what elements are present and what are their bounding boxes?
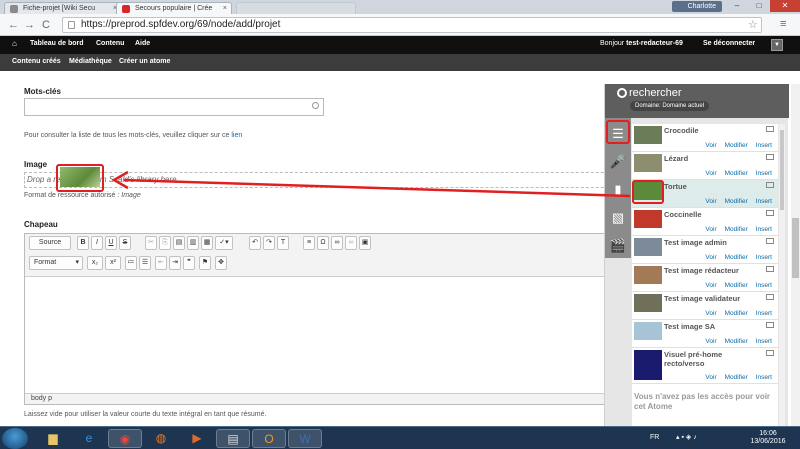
- clock-date: 13/06/2016: [750, 438, 786, 445]
- taskbar: ▆ e ◉ ◍ ▶ ▤ O W FR ▴ ▪ ◈ ♪ 16:06 13/06/2…: [0, 426, 800, 449]
- arrow-annotation: [111, 170, 631, 198]
- clock-time: 16:06: [759, 430, 777, 437]
- language-indicator[interactable]: FR: [650, 434, 659, 441]
- start-button[interactable]: [2, 428, 28, 449]
- media-player-icon[interactable]: ▶: [180, 429, 214, 448]
- word-icon[interactable]: W: [288, 429, 322, 448]
- internet-explorer-icon[interactable]: e: [72, 429, 106, 448]
- firefox-icon[interactable]: ◍: [144, 429, 178, 448]
- tray-icons[interactable]: ▴ ▪ ◈ ♪: [676, 433, 697, 441]
- file-explorer-icon[interactable]: ▆: [36, 429, 70, 448]
- arrow-line: [123, 178, 631, 198]
- clock[interactable]: 16:06 13/06/2016: [738, 430, 798, 446]
- notepad-icon[interactable]: ▤: [216, 429, 250, 448]
- chrome-icon[interactable]: ◉: [108, 429, 142, 448]
- outlook-icon[interactable]: O: [252, 429, 286, 448]
